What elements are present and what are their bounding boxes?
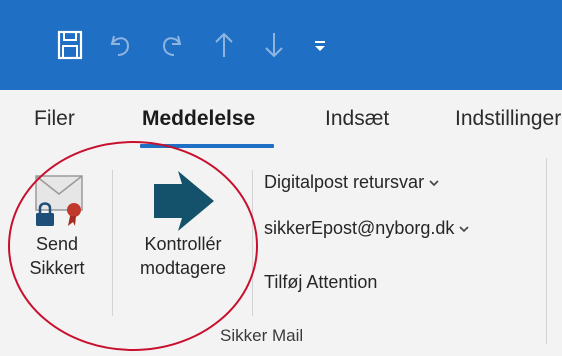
send-secure-button[interactable]: Send Sikkert [12, 170, 102, 280]
previous-item-button[interactable] [208, 22, 240, 68]
send-secure-label-line2: Sikkert [29, 258, 85, 278]
tab-meddelelse[interactable]: Meddelelse [142, 107, 255, 131]
tab-filer[interactable]: Filer [34, 107, 75, 131]
ribbon-separator [252, 170, 253, 316]
sender-address-dropdown[interactable]: sikkerEpost@nyborg.dk [264, 218, 469, 239]
tab-indsaet[interactable]: Indsæt [325, 107, 389, 131]
forward-arrow-icon [154, 171, 214, 231]
ribbon-tabs: Filer Meddelelse Indsæt Indstillinger [0, 90, 562, 152]
send-secure-label-line1: Send [35, 234, 79, 254]
save-button[interactable] [52, 22, 88, 68]
add-attention-button[interactable]: Tilføj Attention [264, 272, 377, 293]
group-label-sikker-mail: Sikker Mail [220, 326, 304, 345]
undo-button[interactable] [104, 22, 136, 68]
check-recipients-label-line1: Kontrollér [144, 234, 222, 254]
undo-icon [110, 35, 130, 56]
redo-button[interactable] [156, 22, 188, 68]
quick-access-toolbar [0, 0, 562, 90]
up-arrow-icon [215, 32, 233, 57]
digitalpost-reply-label: Digitalpost retursvar [264, 172, 425, 192]
check-recipients-label-line2: modtagere [139, 258, 227, 278]
secure-envelope-icon [35, 175, 83, 226]
ribbon-panel: Send Sikkert Kontrollér modtagere Digita… [0, 152, 562, 356]
down-arrow-icon [265, 33, 283, 58]
customize-quick-access-button[interactable] [306, 22, 334, 68]
redo-icon [162, 35, 182, 56]
ribbon-separator [112, 170, 113, 316]
sender-address-label: sikkerEpost@nyborg.dk [264, 218, 455, 238]
tab-indstillinger[interactable]: Indstillinger [455, 107, 561, 131]
check-recipients-button[interactable]: Kontrollér modtagere [122, 170, 244, 280]
customize-qat-icon [315, 41, 325, 51]
chevron-down-icon [459, 225, 469, 232]
next-item-button[interactable] [258, 22, 290, 68]
digitalpost-reply-dropdown[interactable]: Digitalpost retursvar [264, 172, 439, 193]
chevron-down-icon [429, 179, 439, 186]
outlook-message-window: Filer Meddelelse Indsæt Indstillinger Se… [0, 0, 562, 356]
add-attention-label: Tilføj Attention [264, 272, 378, 292]
active-tab-indicator [140, 144, 274, 148]
save-icon [57, 30, 83, 60]
ribbon-group-separator [546, 158, 547, 344]
